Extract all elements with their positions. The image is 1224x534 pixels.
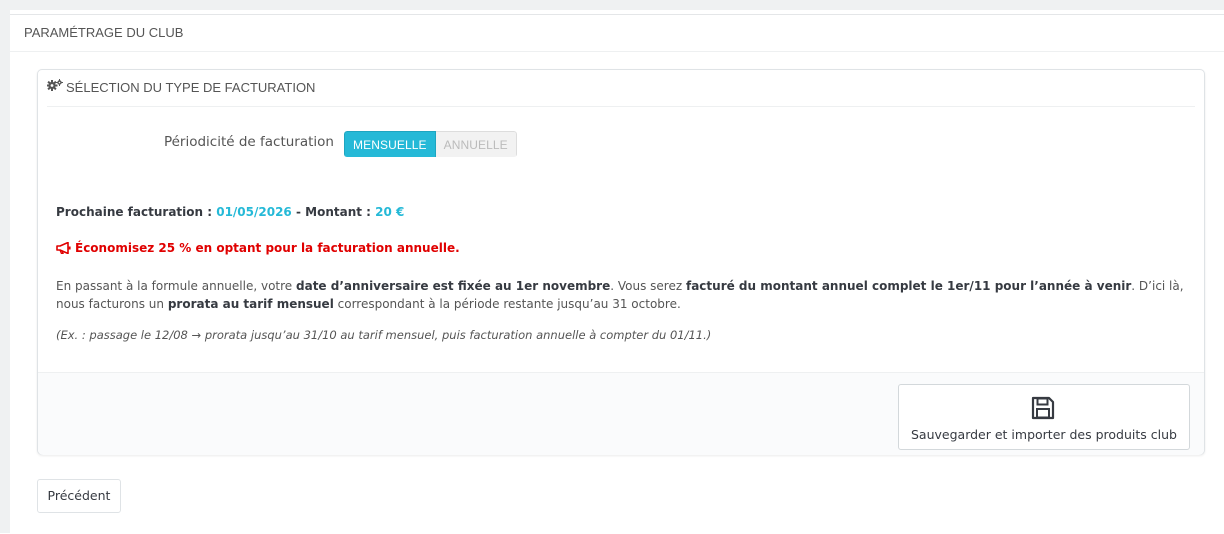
next-billing-date: 01/05/2026 bbox=[216, 205, 292, 219]
top-background-strip bbox=[0, 0, 1224, 10]
amount-label: Montant : bbox=[305, 205, 371, 219]
next-billing-label: Prochaine facturation : bbox=[56, 205, 213, 219]
bullhorn-icon bbox=[56, 241, 71, 255]
billing-type-title: SÉLECTION DU TYPE DE FACTURATION bbox=[66, 80, 316, 95]
description-text-1: En passant à la formule annuelle, votre bbox=[56, 279, 296, 293]
periodicity-option-annual[interactable]: ANNUELLE bbox=[435, 131, 517, 157]
save-and-import-label: Sauvegarder et importer des produits clu… bbox=[911, 427, 1177, 442]
description-text-2: . Vous serez bbox=[610, 279, 686, 293]
periodicity-label: Périodicité de facturation bbox=[163, 134, 334, 150]
billing-separator: - bbox=[295, 205, 301, 219]
previous-button[interactable]: Précédent bbox=[37, 479, 121, 513]
panel-footer: Sauvegarder et importer des produits clu… bbox=[38, 372, 1204, 455]
billing-type-panel: SÉLECTION DU TYPE DE FACTURATION Périodi… bbox=[37, 69, 1205, 455]
club-settings-panel: PARAMÉTRAGE DU CLUB SÉLECTION DU TYPE DE… bbox=[10, 14, 1224, 534]
save-and-import-button[interactable]: Sauvegarder et importer des produits clu… bbox=[898, 384, 1190, 450]
club-settings-title: PARAMÉTRAGE DU CLUB bbox=[10, 15, 1224, 52]
gears-icon bbox=[46, 69, 63, 105]
left-background-strip bbox=[0, 10, 10, 533]
promo-message: Économisez 25 % en optant pour la factur… bbox=[56, 241, 460, 255]
next-billing-line: Prochaine facturation : 01/05/2026 - Mon… bbox=[56, 205, 404, 219]
description-bold-2: facturé du montant annuel complet le 1er… bbox=[685, 279, 1132, 293]
amount-value: 20 € bbox=[375, 205, 405, 219]
periodicity-row: Périodicité de facturation MENSUELLE ANN… bbox=[38, 131, 1204, 157]
example-note: (Ex. : passage le 12/08 → prorata jusqu’… bbox=[56, 328, 712, 342]
floppy-disk-icon bbox=[1030, 395, 1056, 424]
description-bold-3: prorata au tarif mensuel bbox=[167, 297, 334, 311]
annual-description: En passant à la formule annuelle, votre … bbox=[56, 277, 1196, 313]
description-bold-1: date d’anniversaire est fixée au 1er nov… bbox=[296, 279, 611, 293]
billing-type-heading: SÉLECTION DU TYPE DE FACTURATION bbox=[46, 69, 1195, 107]
periodicity-option-monthly[interactable]: MENSUELLE bbox=[344, 131, 436, 157]
periodicity-toggle[interactable]: MENSUELLE ANNUELLE bbox=[344, 131, 517, 157]
promo-text: Économisez 25 % en optant pour la factur… bbox=[75, 241, 460, 255]
description-text-4: correspondant à la période restante jusq… bbox=[333, 297, 681, 311]
